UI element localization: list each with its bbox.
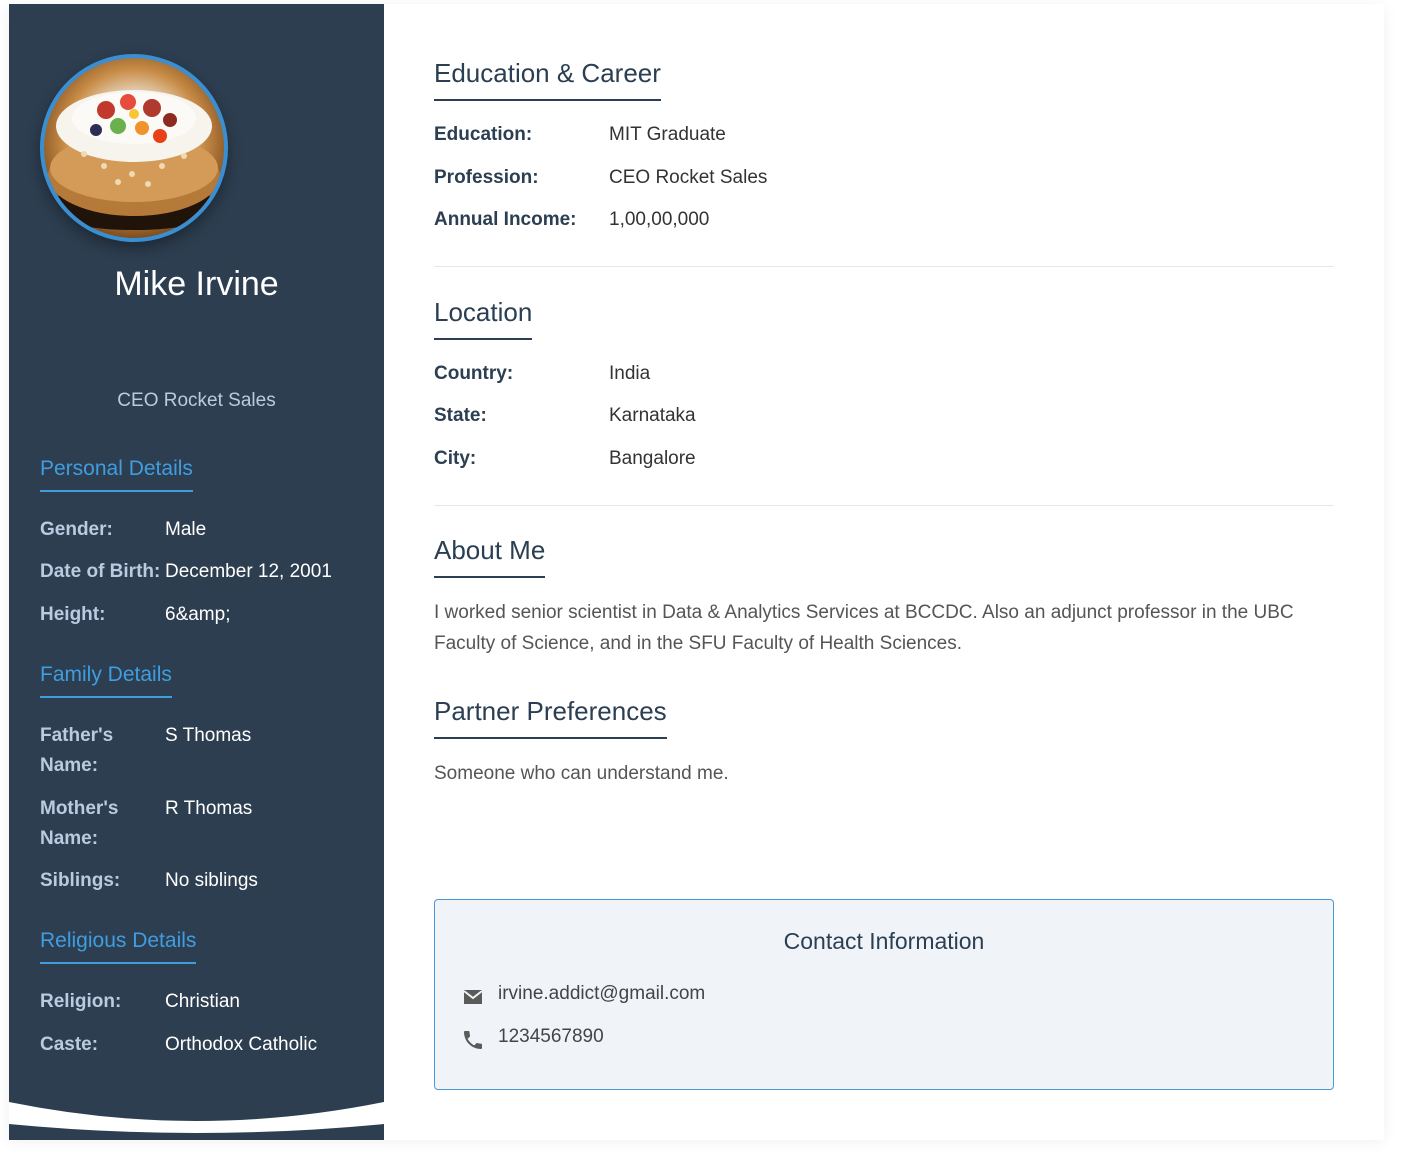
contact-email[interactable]: irvine.addict@gmail.com: [498, 983, 705, 1005]
detail-value: R Thomas: [165, 798, 253, 819]
info-value: Bangalore: [609, 448, 696, 469]
profile-sidebar: Mike Irvine CEO Rocket Sales Personal De…: [9, 4, 384, 1140]
info-value: 1,00,00,000: [609, 209, 710, 230]
about-heading: About Me: [434, 535, 546, 578]
detail-label: Father's Name:: [40, 725, 114, 776]
info-label: Annual Income:: [434, 209, 577, 230]
contact-heading: Contact Information: [783, 928, 985, 954]
education-heading: Education & Career: [434, 58, 661, 101]
detail-value: 6&amp;: [165, 604, 231, 625]
profile-name: Mike Irvine: [114, 265, 279, 303]
cake-photo: [44, 90, 224, 230]
detail-label: Date of Birth:: [40, 561, 161, 582]
detail-label: Caste:: [40, 1034, 99, 1055]
detail-label: Mother's Name:: [40, 798, 119, 849]
info-label: City:: [434, 448, 477, 469]
divider: [434, 266, 1334, 267]
info-label: State:: [434, 405, 487, 426]
info-label: Education:: [434, 124, 533, 145]
partner-text: Someone who can understand me.: [434, 763, 729, 784]
detail-value: S Thomas: [165, 725, 252, 746]
personal-details-heading: Personal Details: [40, 457, 193, 492]
info-value: India: [609, 363, 651, 384]
contact-phone[interactable]: 1234567890: [498, 1026, 604, 1048]
about-text: I worked senior scientist in Data & Anal…: [434, 602, 1294, 654]
detail-label: Gender:: [40, 519, 113, 540]
info-label: Country:: [434, 363, 514, 384]
religious-details-heading: Religious Details: [40, 929, 197, 964]
location-heading: Location: [434, 297, 533, 340]
detail-value: Orthodox Catholic: [165, 1034, 318, 1055]
family-details-heading: Family Details: [40, 663, 172, 698]
phone-icon: [464, 1031, 482, 1049]
detail-label: Religion:: [40, 991, 122, 1012]
info-label: Profession:: [434, 167, 539, 188]
detail-value: No siblings: [165, 870, 258, 891]
detail-label: Siblings:: [40, 870, 121, 891]
contact-box: Contact Information irvine.addict@gmail.…: [434, 899, 1334, 1090]
info-value: CEO Rocket Sales: [609, 167, 768, 188]
profile-card: Mike Irvine CEO Rocket Sales Personal De…: [9, 4, 1384, 1140]
divider: [434, 505, 1334, 506]
info-value: Karnataka: [609, 405, 696, 426]
detail-label: Height:: [40, 604, 106, 625]
detail-value: Christian: [165, 991, 240, 1012]
mail-icon: [463, 990, 483, 1004]
profile-tagline: CEO Rocket Sales: [117, 390, 276, 411]
detail-value: December 12, 2001: [165, 561, 332, 582]
partner-heading: Partner Preferences: [434, 696, 667, 739]
avatar: [40, 54, 228, 242]
info-value: MIT Graduate: [609, 124, 726, 145]
detail-value: Male: [165, 519, 207, 540]
sidebar-curve: [9, 1102, 384, 1140]
